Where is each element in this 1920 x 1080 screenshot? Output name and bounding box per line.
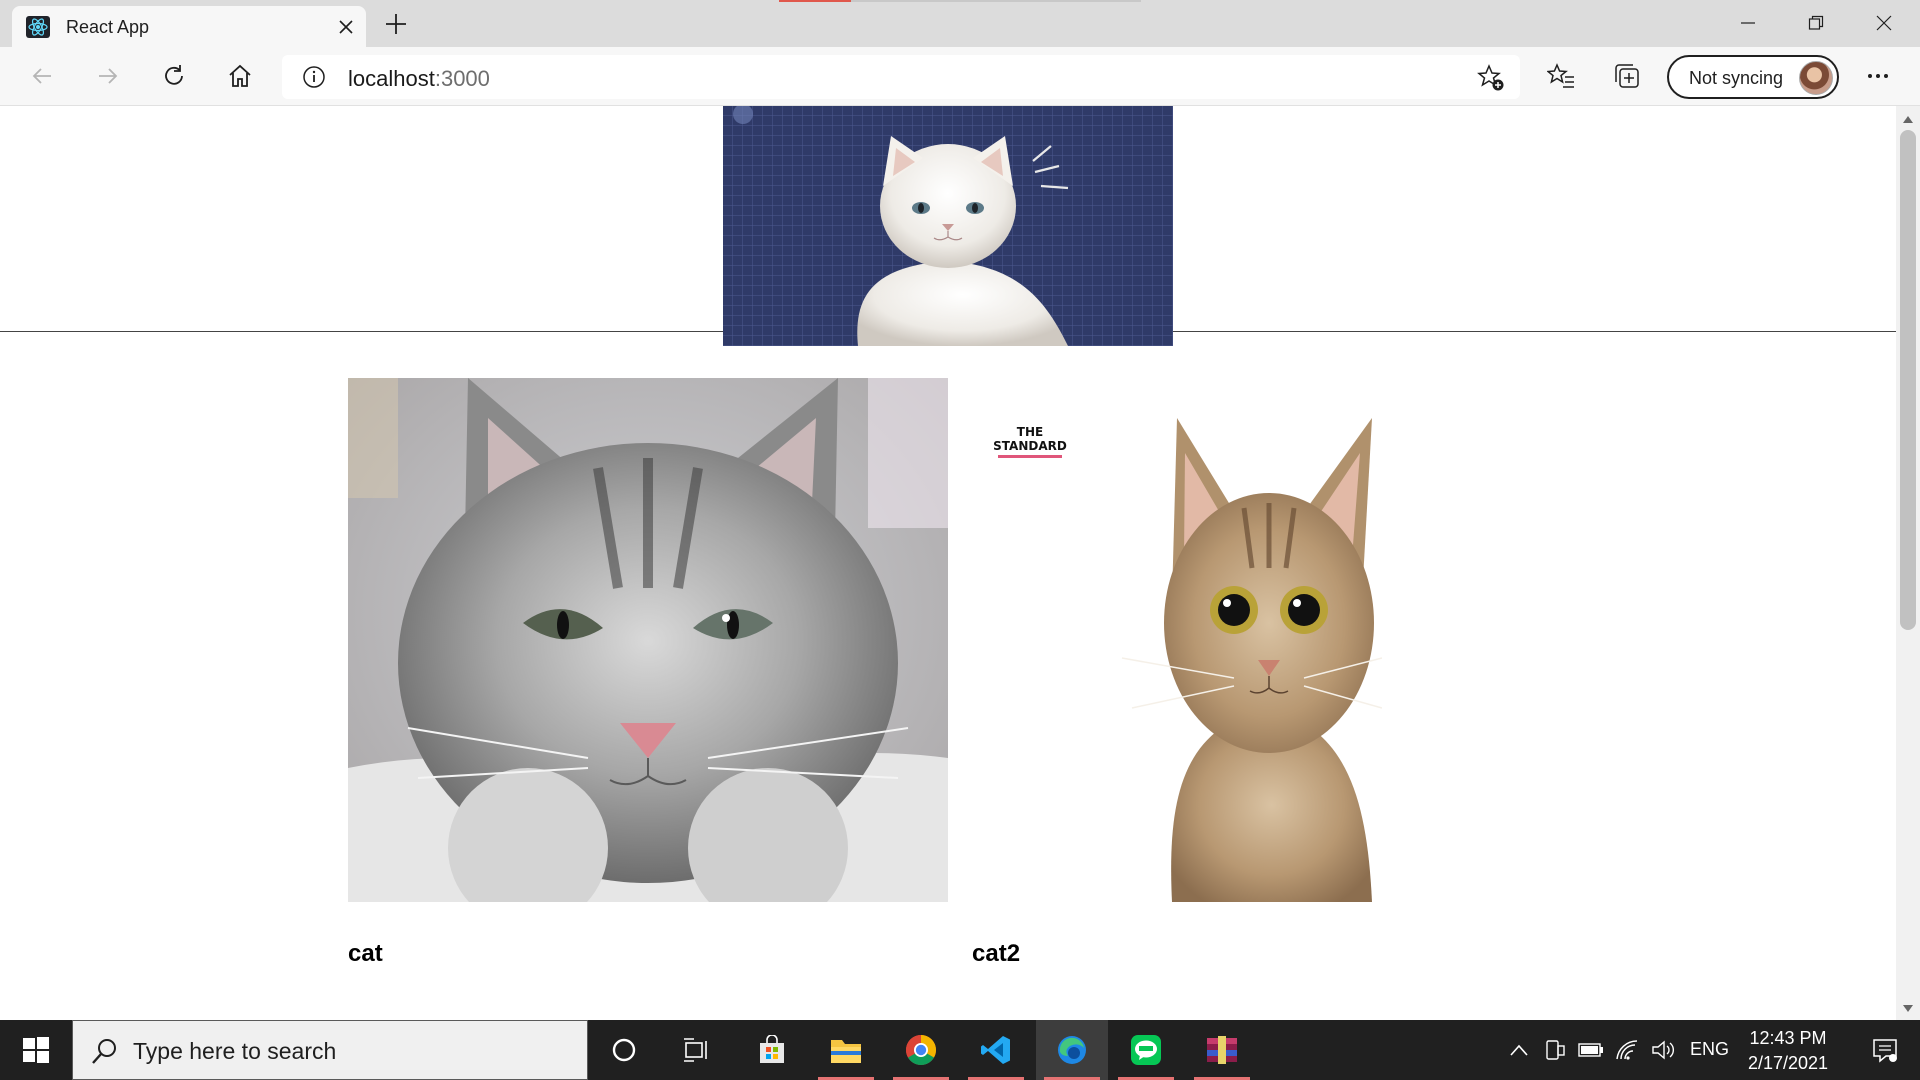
collections-icon[interactable]	[1609, 58, 1645, 94]
page-scrollbar[interactable]	[1896, 106, 1920, 1020]
browser-tab[interactable]: React App	[12, 6, 366, 47]
search-placeholder: Type here to search	[133, 1038, 337, 1064]
windows-taskbar: Type here to search ENG 12:43 PM 2/17/20…	[0, 1020, 1920, 1080]
cat2-card-name: cat2	[972, 940, 1021, 967]
search-icon	[91, 1037, 119, 1065]
more-options-icon[interactable]	[1860, 58, 1896, 94]
forward-arrow-icon[interactable]	[90, 58, 126, 94]
cat-card-name: cat	[348, 940, 383, 967]
cat-card-image	[348, 378, 948, 902]
file-explorer-icon[interactable]	[810, 1020, 882, 1080]
scroll-down-icon[interactable]	[1903, 1005, 1913, 1012]
cortana-icon[interactable]	[588, 1020, 660, 1080]
taskbar-clock[interactable]: 12:43 PM 2/17/2021	[1740, 1026, 1836, 1076]
chevron-up-icon[interactable]	[1506, 1037, 1532, 1063]
address-bar[interactable]: localhost:3000	[282, 55, 1520, 99]
watermark-line-2: STANDARD	[993, 439, 1067, 453]
minimize-icon[interactable]	[1720, 6, 1776, 40]
chrome-icon[interactable]	[885, 1020, 957, 1080]
react-logo-icon	[26, 16, 50, 38]
wifi-icon[interactable]	[1614, 1037, 1640, 1063]
clock-time: 12:43 PM	[1749, 1028, 1827, 1048]
banner-cat-image	[723, 106, 1173, 346]
vscode-icon[interactable]	[960, 1020, 1032, 1080]
scroll-thumb[interactable]	[1900, 130, 1916, 630]
info-icon[interactable]	[302, 65, 326, 89]
url-text[interactable]: localhost:3000	[348, 66, 490, 92]
browser-title-bar: React App	[0, 0, 1920, 47]
refresh-icon[interactable]	[156, 58, 192, 94]
profile-sync-button[interactable]: Not syncing	[1667, 55, 1839, 99]
edge-icon[interactable]	[1036, 1020, 1108, 1080]
browser-toolbar: localhost:3000 Not syncing	[0, 47, 1920, 106]
line-icon[interactable]	[1110, 1020, 1182, 1080]
close-window-icon[interactable]	[1856, 6, 1912, 40]
battery-icon[interactable]	[1578, 1037, 1604, 1063]
page-viewport: cat THE STANDARD cat2	[0, 106, 1896, 1020]
tab-title: React App	[66, 17, 150, 37]
add-favorite-icon[interactable]	[1476, 63, 1506, 93]
taskbar-search-box[interactable]: Type here to search	[72, 1020, 588, 1080]
sync-label: Not syncing	[1689, 68, 1784, 88]
page-load-indicator	[779, 0, 1141, 2]
cat2-card-image: THE STANDARD	[972, 378, 1382, 902]
new-tab-icon[interactable]	[382, 11, 410, 37]
avatar	[1799, 61, 1833, 95]
volume-icon[interactable]	[1650, 1037, 1676, 1063]
watermark-line-1: THE	[1017, 425, 1043, 439]
favorites-icon[interactable]	[1543, 58, 1579, 94]
task-view-icon[interactable]	[660, 1020, 732, 1080]
back-arrow-icon[interactable]	[24, 58, 60, 94]
restore-icon[interactable]	[1788, 6, 1844, 40]
notification-icon[interactable]	[1850, 1020, 1920, 1080]
scroll-up-icon[interactable]	[1903, 116, 1913, 123]
microsoft-store-icon[interactable]	[736, 1020, 808, 1080]
clock-date: 2/17/2021	[1747, 1053, 1829, 1073]
windows-start-icon[interactable]	[0, 1020, 72, 1080]
language-indicator[interactable]: ENG	[1690, 1039, 1729, 1060]
close-tab-icon[interactable]	[334, 15, 358, 39]
device-icon[interactable]	[1542, 1037, 1568, 1063]
home-icon[interactable]	[222, 58, 258, 94]
winrar-icon[interactable]	[1186, 1020, 1258, 1080]
